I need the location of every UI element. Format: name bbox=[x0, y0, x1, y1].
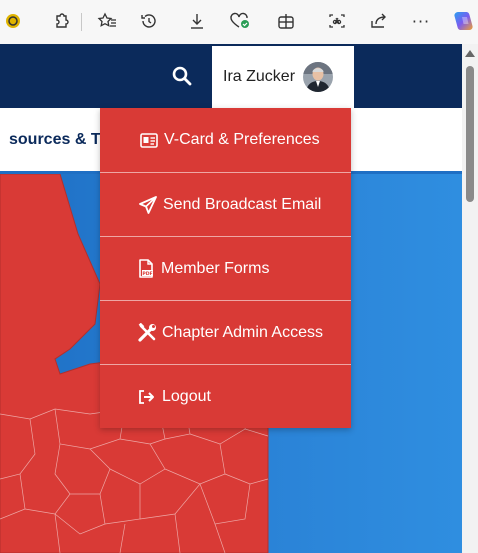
avatar bbox=[303, 62, 334, 92]
scroll-up-arrow-icon[interactable] bbox=[465, 50, 475, 57]
menu-item-member-forms[interactable]: PDF Member Forms bbox=[100, 236, 351, 300]
search-icon[interactable] bbox=[170, 64, 194, 88]
browser-toolbar: ··· bbox=[0, 0, 478, 44]
pdf-file-icon: PDF bbox=[135, 258, 157, 280]
menu-item-label: Send Broadcast Email bbox=[163, 195, 322, 213]
menu-item-label: Member Forms bbox=[161, 259, 270, 277]
user-dropdown-menu: V-Card & Preferences Send Broadcast Emai… bbox=[100, 108, 351, 428]
user-name: Ira Zucker bbox=[223, 68, 296, 85]
downloads-icon[interactable] bbox=[186, 10, 208, 32]
collections-icon[interactable] bbox=[275, 10, 297, 32]
svg-text:PDF: PDF bbox=[142, 271, 152, 277]
history-icon[interactable] bbox=[138, 10, 160, 32]
tools-icon bbox=[136, 322, 158, 344]
reading-view-icon[interactable] bbox=[2, 10, 24, 32]
menu-item-label: V-Card & Preferences bbox=[164, 131, 320, 148]
favorites-icon[interactable] bbox=[96, 10, 118, 32]
menu-item-label: Chapter Admin Access bbox=[162, 323, 323, 341]
paper-plane-icon bbox=[137, 194, 159, 216]
screenshot-icon[interactable] bbox=[326, 10, 348, 32]
menu-item-send-broadcast-email[interactable]: Send Broadcast Email bbox=[100, 172, 351, 236]
vcard-icon bbox=[138, 129, 160, 151]
scroll-thumb[interactable] bbox=[466, 66, 474, 202]
menu-item-vcard-preferences[interactable]: V-Card & Preferences bbox=[100, 108, 351, 172]
share-icon[interactable] bbox=[368, 10, 390, 32]
extensions-icon[interactable] bbox=[50, 10, 72, 32]
performance-icon[interactable] bbox=[229, 10, 251, 32]
logout-icon bbox=[136, 386, 158, 408]
more-icon[interactable]: ··· bbox=[410, 10, 432, 32]
nav-item-resources-tools[interactable]: sources & To bbox=[9, 131, 109, 149]
user-menu-toggle[interactable]: Ira Zucker bbox=[212, 46, 354, 108]
site-header: Ira Zucker bbox=[0, 44, 462, 108]
page-scrollbar[interactable] bbox=[462, 44, 478, 553]
menu-item-chapter-admin-access[interactable]: Chapter Admin Access bbox=[100, 300, 351, 364]
menu-item-logout[interactable]: Logout bbox=[100, 364, 351, 428]
toolbar-separator bbox=[81, 13, 82, 31]
menu-item-label: Logout bbox=[162, 387, 211, 405]
copilot-icon[interactable] bbox=[452, 10, 474, 32]
